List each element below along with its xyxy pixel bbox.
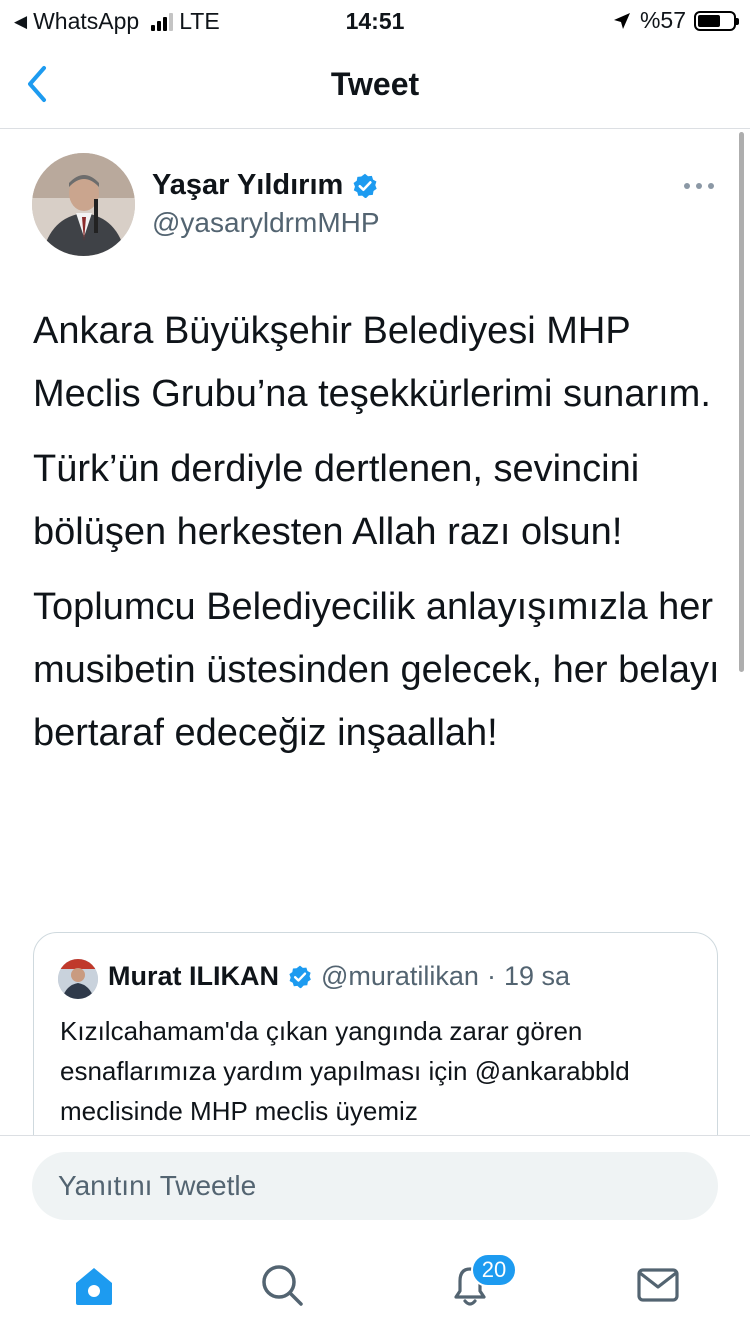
author-handle[interactable]: @yasaryldrmMHP (152, 207, 380, 239)
more-options-icon[interactable] (684, 174, 714, 198)
messages-icon[interactable] (634, 1261, 682, 1309)
location-icon (613, 12, 630, 29)
author-name-text[interactable]: Yaşar Yıldırım (152, 169, 343, 202)
page-title: Tweet (330, 66, 420, 102)
quoted-author-avatar (58, 959, 98, 999)
quoted-tweet-text: Kızılcahamam'da çıkan yangında zarar gör… (60, 1016, 630, 1126)
author-avatar[interactable] (32, 153, 135, 256)
avatar-image (32, 153, 135, 256)
home-icon[interactable] (70, 1261, 118, 1309)
quoted-author-handle: @muratilikan (321, 961, 479, 991)
scrollbar[interactable] (739, 132, 744, 672)
status-bar: ◀ WhatsApp LTE 14:51 %57 (0, 0, 750, 42)
battery-icon (694, 10, 739, 31)
verified-badge-icon (353, 173, 377, 198)
verified-badge-icon (289, 965, 311, 988)
tweet-paragraph: Ankara Büyükşehir Belediyesi MHP Meclis … (33, 310, 711, 415)
quoted-tweet-header: Murat ILIKAN @muratilikan · 19 sa (108, 961, 570, 992)
quoted-avatar-image (58, 959, 98, 999)
author-name[interactable]: Yaşar Yıldırım (152, 169, 379, 202)
tweet-paragraph: Toplumcu Belediyecilik anlayışımızla her… (33, 586, 720, 754)
quoted-tweet-time: 19 sa (503, 961, 571, 991)
notifications-badge: 20 (471, 1253, 517, 1287)
battery-percent: %57 (639, 7, 686, 33)
tweet-paragraph: Türk’ün derdiyle dertlenen, sevincini bö… (33, 448, 640, 553)
reply-bar: Yanıtını Tweetle (0, 1135, 750, 1236)
nav-bar: Tweet (0, 42, 750, 129)
tab-bar (0, 1235, 750, 1334)
status-right: %57 (612, 7, 739, 34)
quoted-author-name: Murat ILIKAN (108, 961, 279, 991)
search-icon[interactable] (258, 1261, 306, 1309)
tweet-text: Ankara Büyükşehir Belediyesi MHP Meclis … (33, 300, 723, 777)
dot-separator: · (486, 961, 496, 991)
reply-input[interactable]: Yanıtını Tweetle (32, 1152, 718, 1220)
